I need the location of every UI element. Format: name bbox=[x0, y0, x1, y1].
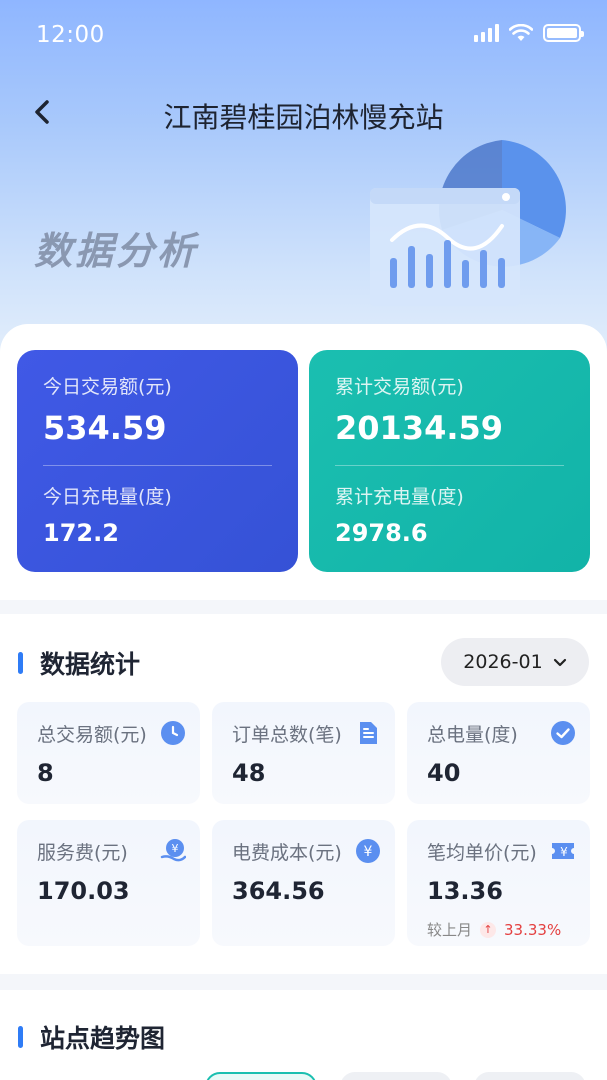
card-divider bbox=[43, 465, 272, 466]
compare-label: 较上月 bbox=[427, 921, 473, 939]
analytics-illustration bbox=[370, 140, 566, 306]
stats-header: 数据统计 2026-01 bbox=[0, 638, 607, 688]
arrow-up-icon: ↑ bbox=[480, 921, 497, 938]
status-bar: 12:00 bbox=[0, 0, 607, 72]
stat-value: 40 bbox=[427, 759, 461, 787]
stat-electricity-cost: 电费成本(元) 364.56 ¥ bbox=[212, 820, 395, 946]
total-card: 累计交易额(元) 20134.59 累计充电量(度) 2978.6 bbox=[309, 350, 590, 572]
trend-tab-active[interactable] bbox=[205, 1072, 317, 1080]
total-amount-value: 20134.59 bbox=[335, 409, 504, 447]
stat-total-energy: 总电量(度) 40 bbox=[407, 702, 590, 804]
status-icons bbox=[474, 24, 584, 42]
card-divider bbox=[335, 465, 564, 466]
trend-tab[interactable] bbox=[474, 1072, 586, 1080]
total-energy-value: 2978.6 bbox=[335, 519, 428, 547]
section-marker bbox=[18, 1026, 23, 1048]
svg-text:¥: ¥ bbox=[172, 842, 179, 855]
month-selector-value: 2026-01 bbox=[463, 651, 543, 673]
stat-label: 总交易额(元) bbox=[37, 724, 147, 746]
compare-value: 33.33% bbox=[504, 920, 562, 939]
hero-title: 数据分析 bbox=[34, 229, 199, 273]
month-selector[interactable]: 2026-01 bbox=[441, 638, 589, 686]
stat-service-fee: 服务费(元) 170.03 ¥ bbox=[17, 820, 200, 946]
stat-label: 电费成本(元) bbox=[232, 842, 342, 864]
stat-label: 订单总数(笔) bbox=[232, 724, 342, 746]
month-compare: 较上月 ↑ 33.33% bbox=[427, 919, 570, 940]
wifi-icon bbox=[509, 24, 533, 41]
today-energy-value: 172.2 bbox=[43, 519, 119, 547]
stat-label: 总电量(度) bbox=[427, 724, 518, 746]
yuan-ticket-icon: ¥ bbox=[552, 843, 574, 859]
battery-icon bbox=[543, 24, 584, 42]
stat-avg-price: 笔均单价(元) 13.36 较上月 ↑ 33.33% ¥ bbox=[407, 820, 590, 946]
status-time: 12:00 bbox=[36, 22, 105, 48]
svg-text:¥: ¥ bbox=[560, 845, 568, 859]
stat-total-amount: 总交易额(元) 8 bbox=[17, 702, 200, 804]
trend-title: 站点趋势图 bbox=[40, 1024, 166, 1053]
yuan-hand-icon: ¥ bbox=[160, 839, 186, 862]
stat-value: 8 bbox=[37, 759, 54, 787]
stats-title: 数据统计 bbox=[40, 650, 141, 679]
stat-value: 364.56 bbox=[232, 877, 325, 905]
yuan-circle-icon: ¥ bbox=[356, 839, 380, 863]
stat-value: 170.03 bbox=[37, 877, 130, 905]
today-amount-value: 534.59 bbox=[43, 409, 167, 447]
check-circle-icon bbox=[551, 721, 575, 745]
today-card: 今日交易额(元) 534.59 今日充电量(度) 172.2 bbox=[17, 350, 298, 572]
trend-section: 站点趋势图 bbox=[0, 990, 607, 1080]
stat-label: 笔均单价(元) bbox=[427, 842, 537, 864]
today-amount-label: 今日交易额(元) bbox=[43, 376, 172, 398]
stat-label: 服务费(元) bbox=[37, 842, 128, 864]
total-energy-label: 累计充电量(度) bbox=[335, 486, 464, 508]
total-amount-label: 累计交易额(元) bbox=[335, 376, 464, 398]
stat-order-count: 订单总数(笔) 48 bbox=[212, 702, 395, 804]
svg-text:¥: ¥ bbox=[364, 844, 373, 860]
trend-tab[interactable] bbox=[340, 1072, 452, 1080]
stat-value: 48 bbox=[232, 759, 266, 787]
signal-icon bbox=[474, 24, 499, 42]
today-energy-label: 今日充电量(度) bbox=[43, 486, 172, 508]
clock-icon bbox=[161, 721, 185, 745]
stat-value: 13.36 bbox=[427, 877, 503, 905]
section-marker bbox=[18, 652, 23, 674]
chevron-down-icon bbox=[553, 658, 566, 666]
document-icon bbox=[360, 722, 377, 744]
